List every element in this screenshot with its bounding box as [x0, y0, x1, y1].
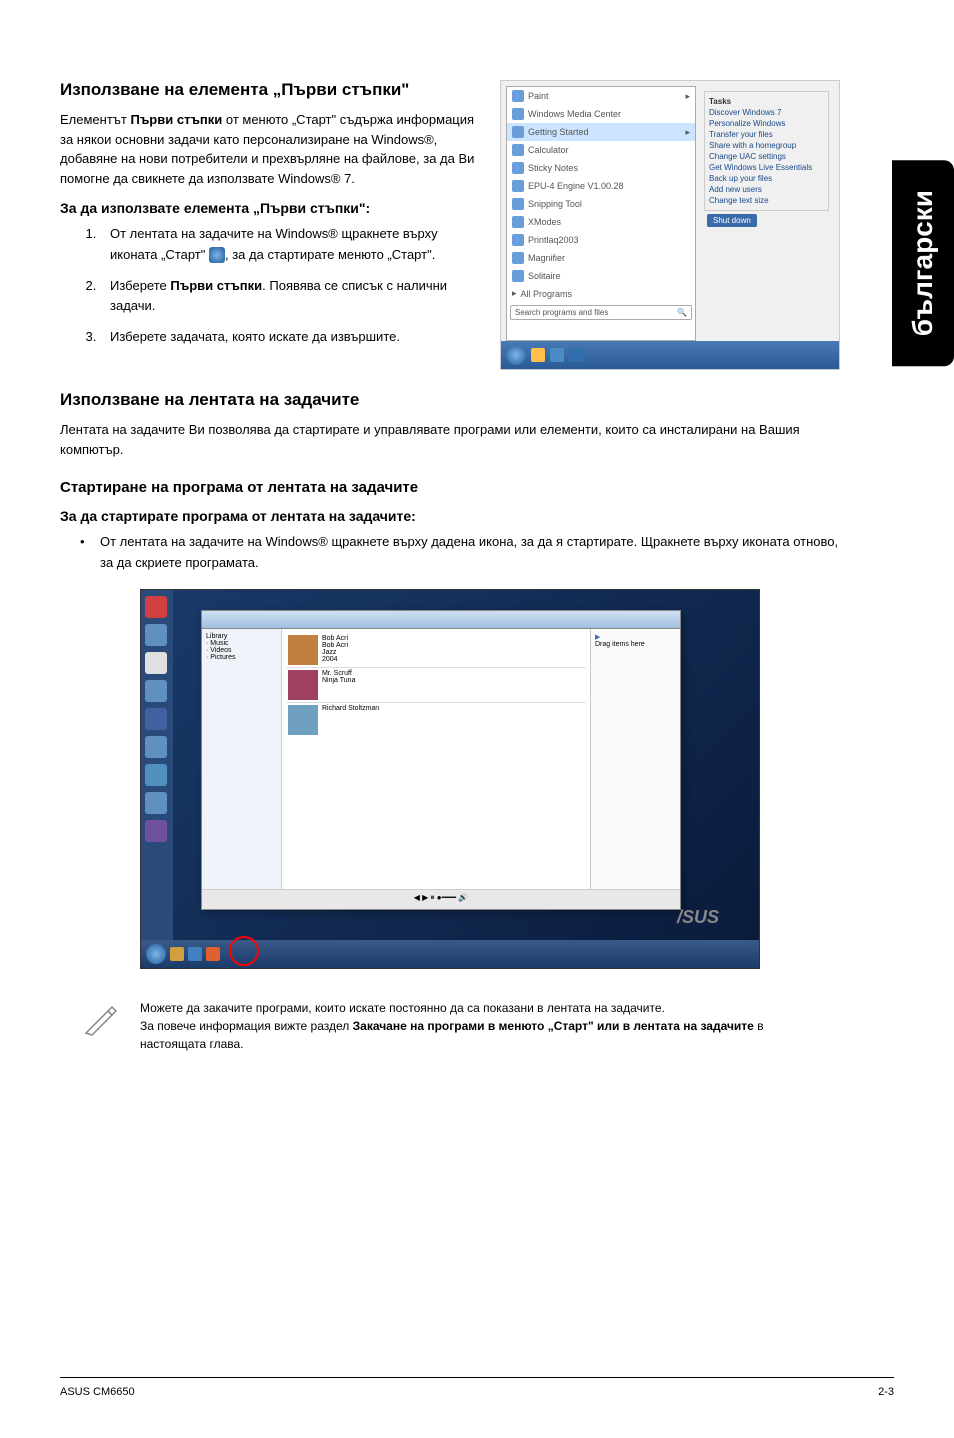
desktop-screenshot: Library · Music · Videos · Pictures Bob …: [140, 589, 760, 969]
highlight-circle-icon: [229, 936, 259, 966]
start-icon: [209, 247, 225, 263]
note-line1: Можете да закачите програми, които искат…: [140, 999, 820, 1017]
pencil-icon: [80, 999, 120, 1039]
step-3: Изберете задачата, която искате да извър…: [100, 327, 480, 348]
note-line2: За повече информация вижте раздел Закача…: [140, 1017, 820, 1053]
start-menu-screenshot: Paint▸ Windows Media Center Getting Star…: [500, 80, 840, 370]
taskbar-bullet: От лентата на задачите на Windows® щракн…: [100, 532, 840, 574]
main-content: Използване на елемента „Първи стъпки" Ел…: [60, 80, 840, 1053]
start-orb-icon: [506, 345, 526, 365]
footer-right: 2-3: [878, 1386, 894, 1398]
step-2: Изберете Първи стъпки. Появява се списък…: [100, 276, 480, 318]
section2-heading: Използване на лентата на задачите: [60, 390, 840, 410]
page-footer: ASUS CM6650 2-3: [60, 1377, 894, 1398]
section1-heading: Използване на елемента „Първи стъпки": [60, 80, 480, 100]
section2-sub2: За да стартирате програма от лентата на …: [60, 508, 840, 524]
section1-subheading: За да използвате елемента „Първи стъпки"…: [60, 200, 480, 216]
footer-left: ASUS CM6650: [60, 1386, 135, 1398]
section1-intro: Елементът Първи стъпки от менюто „Старт"…: [60, 110, 480, 188]
section2-intro: Лентата на задачите Ви позволява да стар…: [60, 420, 840, 459]
note-box: Можете да закачите програми, които искат…: [60, 999, 840, 1053]
asus-logo: /SUS: [677, 907, 719, 928]
section2-sub1: Стартиране на програма от лентата на зад…: [60, 479, 840, 496]
step-1: От лентата на задачите на Windows® щракн…: [100, 224, 480, 266]
language-tab: български: [892, 160, 954, 366]
